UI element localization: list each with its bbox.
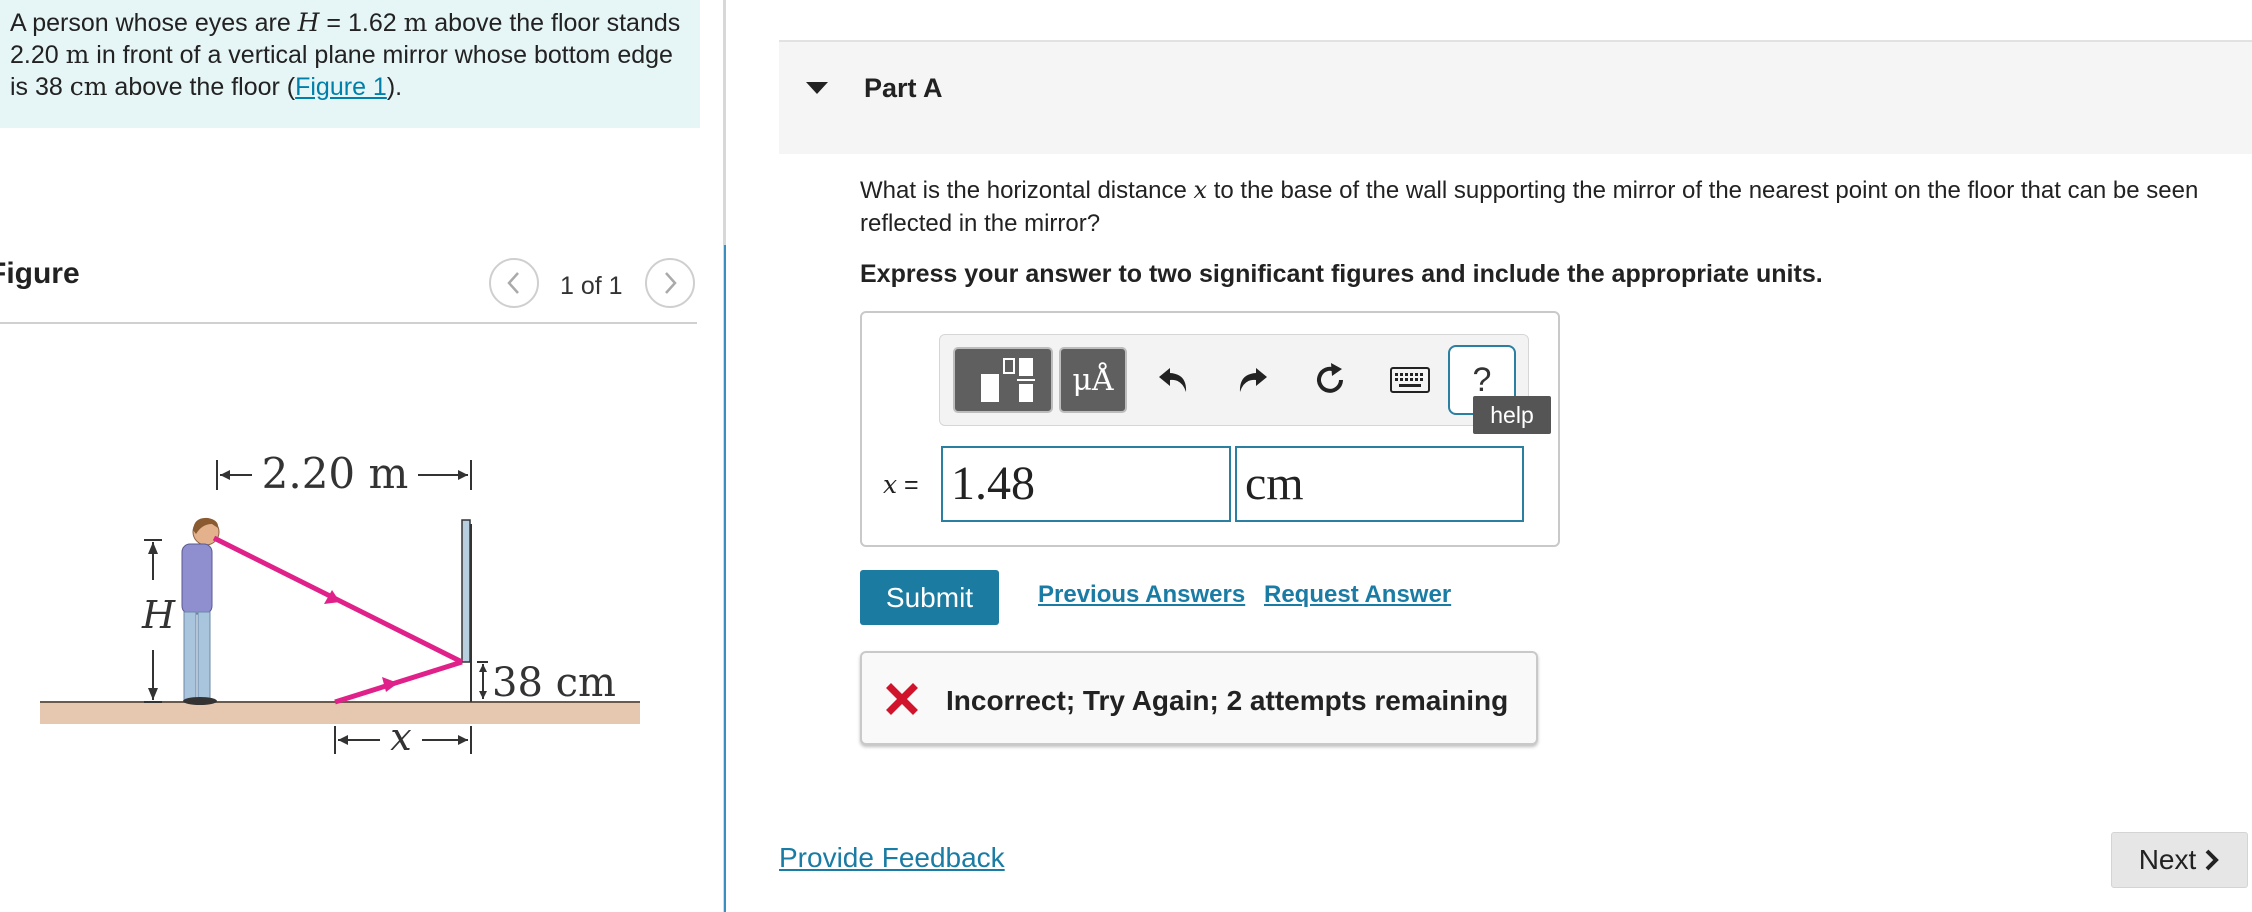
figure-prev-button[interactable] (489, 258, 539, 308)
mirror-height-arrowhead-up (479, 664, 487, 672)
next-button-label: Next (2138, 844, 2197, 875)
h-down-arrowhead (148, 688, 158, 700)
chevron-right-icon (665, 272, 677, 294)
math-toolbar: μÅ ? (939, 334, 1529, 426)
answer-units-input[interactable]: cm (1235, 446, 1524, 522)
answer-eq: = (897, 471, 919, 499)
person-right-leg (197, 611, 211, 701)
figure-title: Figure (0, 257, 80, 290)
collapse-caret-icon[interactable] (806, 82, 828, 94)
reset-button[interactable] (1300, 349, 1360, 411)
previous-answers-link[interactable]: Previous Answers (1038, 581, 1245, 609)
person (181, 517, 220, 705)
units-button[interactable]: μÅ (1059, 347, 1127, 413)
answer-var: x (883, 470, 898, 499)
person-shoe (183, 697, 217, 705)
mirror (461, 519, 471, 663)
redo-button[interactable] (1222, 349, 1282, 411)
mirror-figure: 2.20 m H 38 cm x (40, 449, 640, 759)
answer-variable-label: x = (883, 470, 919, 500)
intro-unit-m-2: m (65, 40, 90, 69)
keyboard-button[interactable] (1380, 349, 1440, 411)
person-left-leg (183, 611, 197, 701)
question-var-x: x (1193, 176, 1208, 204)
height-label: H (141, 593, 176, 637)
mirror-height-label: 38 cm (492, 660, 616, 706)
templates-icon (981, 358, 1035, 402)
distance-label: 2.20 m (262, 449, 409, 498)
keyboard-icon (1390, 367, 1430, 393)
intro-text-1: A person whose eyes are (10, 9, 298, 37)
intro-text-6: ). (386, 73, 403, 101)
redo-icon (1239, 368, 1267, 392)
part-title: Part A (864, 73, 943, 103)
provide-feedback-link[interactable]: Provide Feedback (779, 842, 1005, 874)
intro-unit-cm: cm (69, 72, 108, 101)
figure-next-button[interactable] (645, 258, 695, 308)
question-text-before: What is the horizontal distance (860, 177, 1194, 204)
reset-icon (1317, 363, 1343, 393)
templates-button[interactable] (953, 347, 1053, 413)
chevron-left-icon (507, 272, 519, 294)
ray-reflected (334, 659, 463, 705)
chevron-right-icon (2205, 849, 2220, 871)
answer-value-input[interactable]: 1.48 (941, 446, 1231, 522)
incorrect-x-icon (886, 683, 918, 715)
next-button[interactable]: Next (2111, 832, 2248, 888)
dim-left-arrowhead (220, 470, 230, 480)
x-right-arrowhead (458, 735, 468, 745)
question-text: What is the horizontal distance x to the… (860, 174, 2230, 240)
figure-link[interactable]: Figure 1 (295, 73, 387, 101)
problem-intro: A person whose eyes are H = 1.62 m above… (0, 0, 700, 128)
help-tooltip: help (1473, 396, 1551, 434)
part-header[interactable] (779, 42, 2252, 154)
figure-divider (0, 322, 697, 324)
x-left-arrowhead (338, 735, 348, 745)
x-label: x (390, 715, 411, 759)
submit-button[interactable]: Submit (860, 570, 999, 625)
undo-button[interactable] (1144, 349, 1204, 411)
intro-text-2: = 1.62 (319, 9, 404, 37)
mirror-height-arrowhead-down (479, 691, 487, 699)
feedback-message: Incorrect; Try Again; 2 attempts remaini… (946, 685, 1509, 716)
intro-text-5: above the floor ( (107, 73, 296, 101)
person-shirt (181, 543, 213, 615)
dim-right-arrowhead (458, 470, 468, 480)
request-answer-link[interactable]: Request Answer (1264, 581, 1451, 609)
intro-unit-m: m (403, 8, 428, 37)
h-up-arrowhead (148, 542, 158, 554)
left-panel-scrollbar[interactable] (724, 245, 726, 912)
figure-pager-count: 1 of 1 (560, 272, 623, 300)
ray-reflected-arrow (382, 677, 398, 692)
answer-instruction: Express your answer to two significant f… (860, 260, 1823, 288)
undo-icon (1159, 368, 1187, 392)
intro-var-h: H (297, 8, 320, 37)
